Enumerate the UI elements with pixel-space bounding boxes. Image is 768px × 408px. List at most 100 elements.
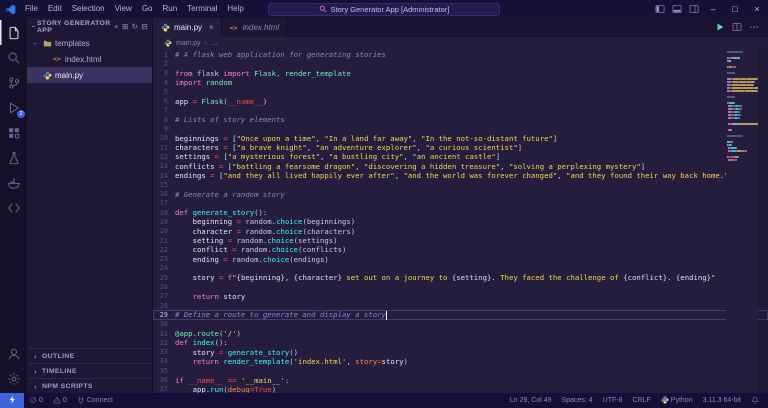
line-number[interactable]: 32 <box>153 339 175 347</box>
code-line[interactable]: 2 <box>153 59 768 68</box>
line-number[interactable]: 18 <box>153 209 175 217</box>
manage-icon[interactable] <box>0 366 27 391</box>
code-line[interactable]: 27 return story <box>153 292 768 301</box>
line-number[interactable]: 1 <box>153 51 175 59</box>
line-number[interactable]: 14 <box>153 172 175 180</box>
line-number[interactable]: 12 <box>153 153 175 161</box>
code-line[interactable]: 25 story = f"{beginning}, {character} se… <box>153 273 768 282</box>
line-number[interactable]: 4 <box>153 79 175 87</box>
status-cursor-position[interactable]: Ln 29, Col 49 <box>505 393 557 408</box>
status-eol-sequence[interactable]: CRLF <box>628 393 656 408</box>
menu-help[interactable]: Help <box>222 0 248 18</box>
code-line[interactable]: 30 <box>153 320 768 329</box>
explorer-icon[interactable] <box>0 20 27 45</box>
line-number[interactable]: 5 <box>153 88 175 96</box>
line-number[interactable]: 26 <box>153 283 175 291</box>
code-line[interactable]: 24 <box>153 264 768 273</box>
new-folder-icon[interactable]: ⊞ <box>122 22 129 31</box>
layout-sidebar-icon[interactable] <box>651 0 668 18</box>
code-line[interactable]: 9 <box>153 124 768 133</box>
status-notifications[interactable] <box>746 393 764 408</box>
status-python-interpreter[interactable]: 3.11.3 64-bit <box>698 393 746 408</box>
line-number[interactable]: 27 <box>153 292 175 300</box>
line-number[interactable]: 13 <box>153 162 175 170</box>
code-line[interactable]: 7 <box>153 106 768 115</box>
line-number[interactable]: 21 <box>153 237 175 245</box>
tab-index.html[interactable]: <>index.html <box>222 18 287 37</box>
code-line[interactable]: 5 <box>153 87 768 96</box>
remote-explorer-icon[interactable] <box>0 195 27 220</box>
menu-run[interactable]: Run <box>157 0 182 18</box>
source-control-icon[interactable] <box>0 70 27 95</box>
code-line[interactable]: 23 ending = random.choice(endings) <box>153 255 768 264</box>
accounts-icon[interactable] <box>0 341 27 366</box>
line-number[interactable]: 9 <box>153 125 175 133</box>
line-number[interactable]: 8 <box>153 116 175 124</box>
line-number[interactable]: 11 <box>153 144 175 152</box>
code-line[interactable]: 12settings = ["a mysterious forest", "a … <box>153 152 768 161</box>
status-connect[interactable]: Connect <box>72 393 118 408</box>
menu-view[interactable]: View <box>110 0 137 18</box>
refresh-explorer-icon[interactable]: ↻ <box>132 22 139 31</box>
new-file-icon[interactable]: + <box>114 22 119 31</box>
layout-customize-icon[interactable] <box>685 0 702 18</box>
line-number[interactable]: 34 <box>153 357 175 365</box>
code-line[interactable]: 3from flask import Flask, render_templat… <box>153 69 768 78</box>
workspace-section-header[interactable]: › STORY GENERATOR APP + ⊞ ↻ ⊟ <box>27 18 152 35</box>
collapse-folders-icon[interactable]: ⊟ <box>141 22 148 31</box>
line-number[interactable]: 29 <box>153 311 175 319</box>
breadcrumb-item[interactable]: … <box>211 40 218 47</box>
code-line[interactable]: 6app = Flask(__name__) <box>153 96 768 105</box>
more-actions-icon[interactable] <box>749 19 759 37</box>
line-number[interactable]: 7 <box>153 106 175 114</box>
code-line[interactable]: 37 app.run(debug=True) <box>153 385 768 393</box>
code-line[interactable]: 31@app.route('/') <box>153 329 768 338</box>
menu-selection[interactable]: Selection <box>67 0 110 18</box>
code-line[interactable]: 33 story = generate_story() <box>153 348 768 357</box>
line-number[interactable]: 20 <box>153 227 175 235</box>
extensions-icon[interactable] <box>0 120 27 145</box>
line-number[interactable]: 17 <box>153 199 175 207</box>
code-line[interactable]: 4import random <box>153 78 768 87</box>
code-line[interactable]: 13conflicts = ["battling a fearsome drag… <box>153 162 768 171</box>
minimap[interactable] <box>726 51 758 393</box>
line-number[interactable]: 35 <box>153 367 175 375</box>
code-line[interactable]: 36if __name__ == '__main__': <box>153 375 768 384</box>
code-line[interactable]: 34 return render_template('index.html', … <box>153 357 768 366</box>
code-line[interactable]: 19 beginning = random.choice(beginnings) <box>153 217 768 226</box>
tree-item-templates[interactable]: ›templates <box>27 35 152 51</box>
breadcrumb-item[interactable]: main.py <box>163 38 201 48</box>
tree-item-index-html[interactable]: <>index.html <box>27 51 152 67</box>
code-line[interactable]: 17 <box>153 199 768 208</box>
run-and-debug-icon[interactable]: 2 <box>0 95 27 120</box>
minimize-button[interactable]: – <box>702 0 724 18</box>
code-line[interactable]: 11characters = ["a brave knight", "an ad… <box>153 143 768 152</box>
code-editor[interactable]: 1# A flask web application for generatin… <box>153 49 768 393</box>
maximize-button[interactable]: □ <box>724 0 746 18</box>
code-line[interactable]: 21 setting = random.choice(settings) <box>153 236 768 245</box>
line-number[interactable]: 22 <box>153 246 175 254</box>
command-center[interactable]: Story Generator App [Administrator] <box>268 3 500 16</box>
code-line[interactable]: 26 <box>153 282 768 291</box>
line-number[interactable]: 3 <box>153 69 175 77</box>
panel-timeline[interactable]: ›TIMELINE <box>27 363 152 378</box>
status-indentation[interactable]: Spaces: 4 <box>557 393 598 408</box>
line-number[interactable]: 28 <box>153 302 175 310</box>
menu-terminal[interactable]: Terminal <box>182 0 222 18</box>
docker-icon[interactable] <box>0 170 27 195</box>
status-encoding[interactable]: UTF-8 <box>598 393 628 408</box>
layout-panel-icon[interactable] <box>668 0 685 18</box>
panel-outline[interactable]: ›OUTLINE <box>27 348 152 363</box>
status-problems-errors[interactable]: 0 <box>24 393 48 408</box>
status-language-mode[interactable]: Python <box>656 393 698 408</box>
line-number[interactable]: 30 <box>153 320 175 328</box>
code-line[interactable]: 29# Define a route to generate and displ… <box>153 310 768 319</box>
menu-go[interactable]: Go <box>137 0 158 18</box>
code-line[interactable]: 16# Generate a random story <box>153 189 768 198</box>
line-number[interactable]: 2 <box>153 60 175 68</box>
split-editor-icon[interactable] <box>732 19 742 37</box>
code-line[interactable]: 35 <box>153 366 768 375</box>
search-icon[interactable] <box>0 45 27 70</box>
code-line[interactable]: 14endings = ["and they all lived happily… <box>153 171 768 180</box>
tree-item-main-py[interactable]: main.py <box>27 67 152 83</box>
